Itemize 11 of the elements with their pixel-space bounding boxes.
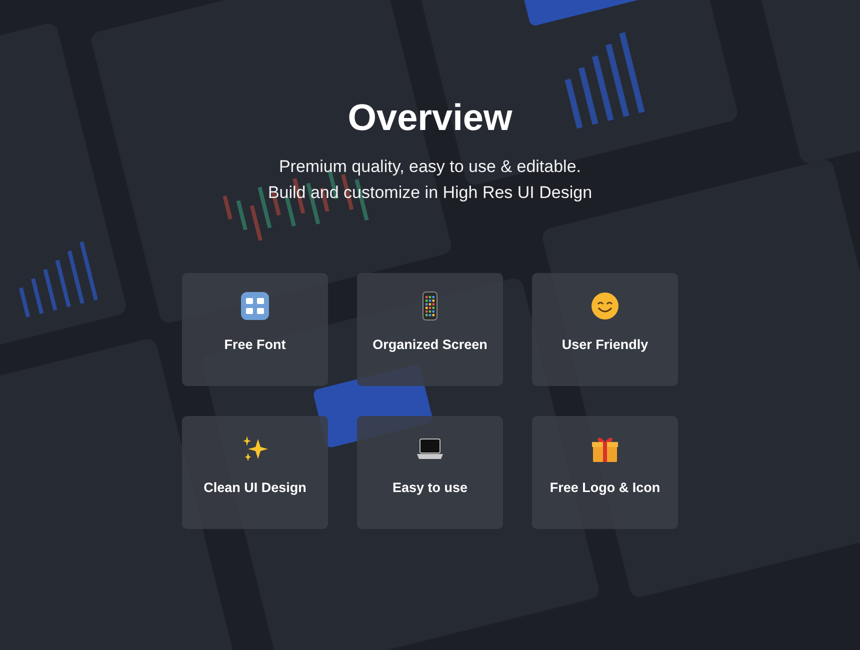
page-title: Overview: [348, 96, 512, 140]
subtitle-line: Premium quality, easy to use & editable.: [278, 156, 582, 178]
feature-label: Free Logo & Icon: [550, 480, 660, 495]
feature-label: Free Font: [224, 337, 286, 352]
subtitle-line: Build and customize in High Res UI Design: [268, 182, 592, 204]
letter-tile-icon: [240, 291, 270, 321]
feature-label: Organized Screen: [372, 337, 488, 352]
smiling-face-icon: [590, 291, 620, 321]
feature-label: Clean UI Design: [204, 480, 306, 495]
feature-label: Easy to use: [392, 480, 468, 495]
feature-label: User Friendly: [562, 337, 648, 352]
